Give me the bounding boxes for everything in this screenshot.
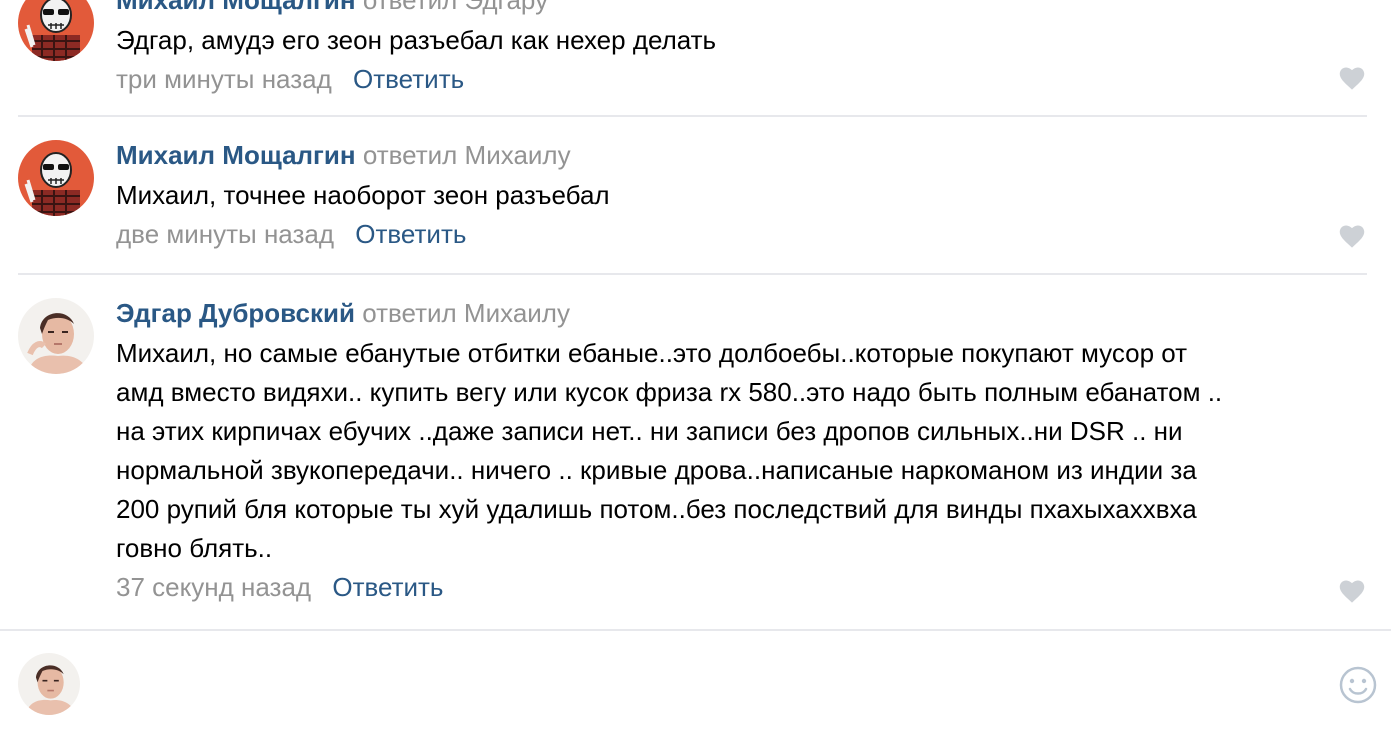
divider xyxy=(18,115,1367,117)
comment-time[interactable]: 37 секунд назад xyxy=(116,572,311,602)
comment-header: Михаил Мощалгин ответил Эдгару xyxy=(116,0,1366,15)
comment-meta: две минуты назад Ответить xyxy=(116,219,1366,249)
heart-icon[interactable] xyxy=(1338,65,1366,91)
comment-compose xyxy=(0,632,1391,748)
user-photo-avatar-image xyxy=(18,298,94,374)
comment-text-line: 200 рупий бля которые ты хуй удалишь пот… xyxy=(116,494,1197,524)
reply-button[interactable]: Ответить xyxy=(353,64,464,94)
avatar[interactable] xyxy=(18,140,94,216)
comment-header: Михаил Мощалгин ответил Михаилу xyxy=(116,140,1366,170)
heart-icon[interactable] xyxy=(1338,578,1366,604)
comment-item: Эдгар Дубровский ответил Михаилу Михаил,… xyxy=(18,298,1366,618)
comment-meta: три минуты назад Ответить xyxy=(116,64,1366,94)
avatar[interactable] xyxy=(18,0,94,61)
comment-meta: 37 секунд назад Ответить xyxy=(116,572,1366,602)
comment-input[interactable] xyxy=(100,652,1320,718)
smile-icon[interactable] xyxy=(1338,665,1378,705)
comment-text-line: нормальной звукопередачи.. ничего .. кри… xyxy=(116,455,1197,485)
author-link[interactable]: Михаил Мощалгин xyxy=(116,140,356,170)
comment-text-line: говно блять.. xyxy=(116,533,273,563)
replied-to[interactable]: ответил Михаилу xyxy=(362,298,570,328)
comment-text-line: амд вместо видяхи.. купить вегу или кусо… xyxy=(116,377,1223,407)
comment-item: Михаил Мощалгин ответил Михаилу Михаил, … xyxy=(18,140,1366,270)
comment-time[interactable]: три минуты назад xyxy=(116,64,332,94)
current-user-avatar[interactable] xyxy=(18,653,80,715)
comment-header: Эдгар Дубровский ответил Михаилу xyxy=(116,298,1366,328)
comment-text: Эдгар, амудэ его зеон разъебал как нехер… xyxy=(116,25,717,55)
replied-to[interactable]: ответил Эдгару xyxy=(363,0,548,15)
reply-button[interactable]: Ответить xyxy=(355,219,466,249)
divider xyxy=(18,273,1367,275)
heart-icon[interactable] xyxy=(1338,223,1366,249)
avatar[interactable] xyxy=(18,298,94,374)
comment-time[interactable]: две минуты назад xyxy=(116,219,334,249)
author-link[interactable]: Михаил Мощалгин xyxy=(116,0,356,15)
skull-avatar-image xyxy=(18,0,94,61)
comment-item: Михаил Мощалгин ответил Эдгару Эдгар, ам… xyxy=(18,0,1366,115)
comment-text-line: Михаил, но самые ебанутые отбитки ебаные… xyxy=(116,338,1188,368)
comment-text: Михаил, но самые ебанутые отбитки ебаные… xyxy=(116,334,1366,568)
divider xyxy=(0,629,1391,631)
comment-text: Михаил, точнее наоборот зеон разъебал xyxy=(116,180,610,210)
comments-page: Михаил Мощалгин ответил Эдгару Эдгар, ам… xyxy=(0,0,1391,748)
user-photo-avatar-image xyxy=(18,653,80,715)
reply-button[interactable]: Ответить xyxy=(332,572,443,602)
replied-to[interactable]: ответил Михаилу xyxy=(363,140,571,170)
author-link[interactable]: Эдгар Дубровский xyxy=(116,298,355,328)
comment-text-line: на этих кирпичах ебучих ..даже записи не… xyxy=(116,416,1183,446)
skull-avatar-image xyxy=(18,140,94,216)
